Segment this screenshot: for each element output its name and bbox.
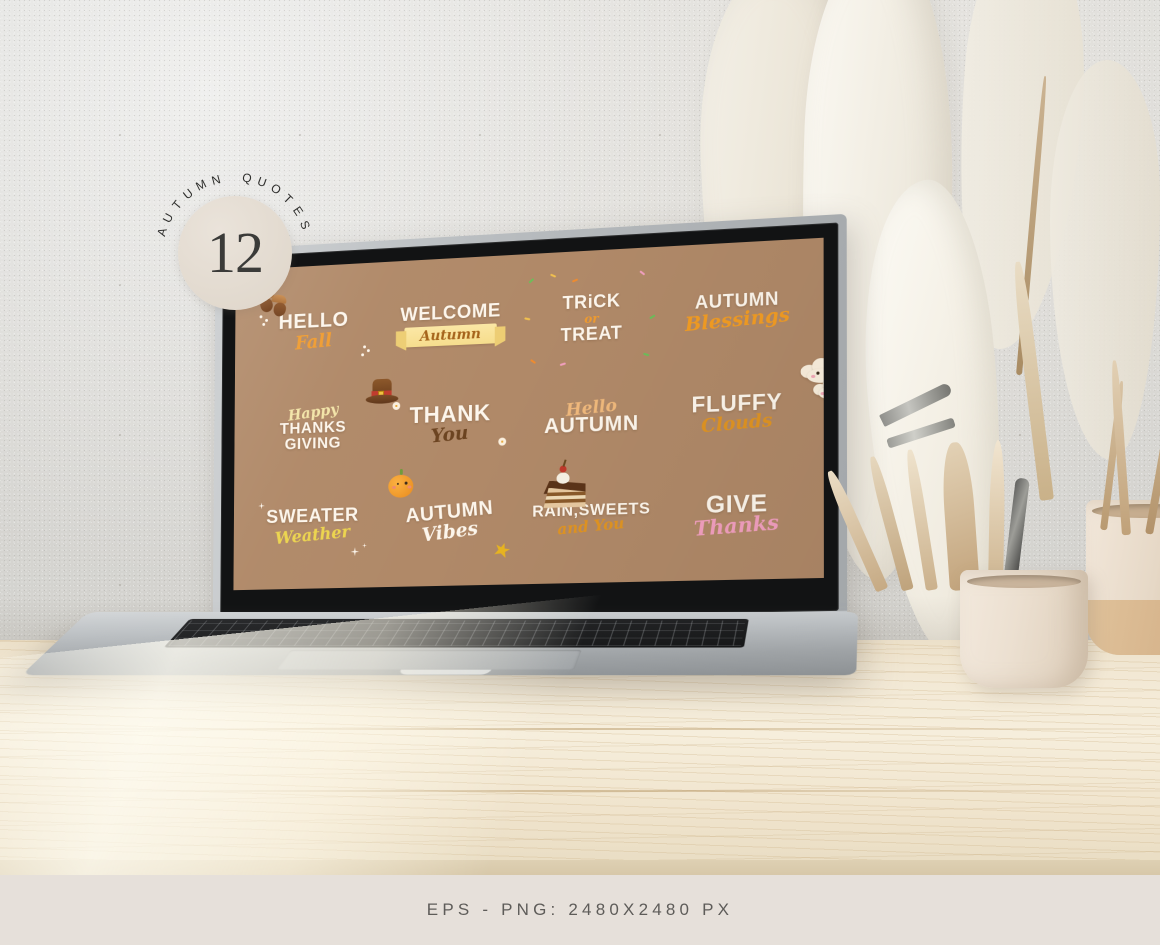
quote-script-text: Thanks [693, 510, 780, 542]
quote-card-happy-thanksgiving[interactable]: Happy THANKS GIVING [245, 377, 399, 479]
badge-number: 12 [207, 220, 264, 285]
quote-card-thank-you[interactable]: THANK You [381, 371, 521, 475]
trackpad[interactable] [275, 649, 582, 670]
quote-main-text-bottom: GIVING [284, 434, 342, 454]
confetti-icon [639, 270, 646, 276]
sparkle-icon [351, 547, 360, 556]
keyboard[interactable] [163, 619, 749, 648]
confetti-icon [550, 273, 557, 278]
flower-icon [392, 402, 401, 411]
flower-icon [498, 437, 507, 446]
laptop-base [21, 612, 859, 676]
ceramic-cup-front [960, 570, 1088, 688]
quote-script-text: Vibes [420, 517, 479, 547]
dot-decor [363, 345, 367, 349]
ceramic-cup-back-base [1086, 600, 1160, 655]
confetti-icon [643, 352, 650, 357]
quote-card-autumn-blessings[interactable]: AUTUMN Blessings [663, 257, 811, 365]
quote-card-hello-autumn[interactable]: Hello AUTUMN [520, 365, 664, 470]
quote-card-give-thanks[interactable]: GIVE Thanks [663, 461, 811, 567]
quote-card-fluffy-clouds[interactable]: FLUFFY Clouds [663, 358, 824, 466]
wood-seam-2 [0, 790, 1160, 792]
quote-main-text: WELCOME [400, 300, 501, 326]
badge-circle: 12 [178, 196, 292, 310]
confetti-icon [559, 362, 567, 367]
dot-decor [366, 349, 370, 353]
dot-decor [361, 353, 365, 357]
autumn-quotes-badge: AUTUMN QUOTES 12 [154, 170, 313, 310]
sparkle-icon [258, 502, 265, 509]
quote-card-sweater-weather[interactable]: SWEATER Weather [245, 475, 381, 576]
quote-script-text: and You [557, 513, 626, 539]
file-format-caption: EPS - PNG: 2480X2480 PX [426, 900, 734, 919]
confetti-icon [649, 314, 656, 320]
quote-main-text-top: TRiCK [562, 290, 621, 314]
confetti-icon [528, 278, 535, 284]
sparkle-icon [362, 543, 367, 548]
quote-card-trick-or-treat[interactable]: TRiCK or TREAT [520, 265, 663, 372]
quote-script-text: You [430, 421, 470, 448]
quote-main-text-bottom: TREAT [560, 321, 623, 345]
quote-card-rain-sweets-and-you[interactable]: RAiN,SWEETS and You [520, 459, 664, 570]
lid-notch [397, 669, 492, 675]
quote-card-welcome-autumn[interactable]: WELCOME Autumn [381, 272, 520, 377]
maple-leaf-icon [492, 540, 512, 560]
quote-script-text: Autumn [419, 326, 481, 346]
confetti-icon [571, 278, 579, 283]
confetti-icon [530, 359, 537, 365]
confetti-icon [524, 317, 531, 321]
ribbon-banner: Autumn [404, 323, 497, 348]
caption-bar: EPS - PNG: 2480X2480 PX [0, 875, 1160, 945]
quote-script-text: Clouds [700, 409, 773, 437]
keyboard-keys[interactable] [168, 620, 746, 646]
mockup-scene: HELLO Fall WELCOME Autumn TRiCK or TREAT… [0, 0, 1160, 945]
quote-card-autumn-vibes[interactable]: AUTUMN Vibes [380, 468, 520, 574]
